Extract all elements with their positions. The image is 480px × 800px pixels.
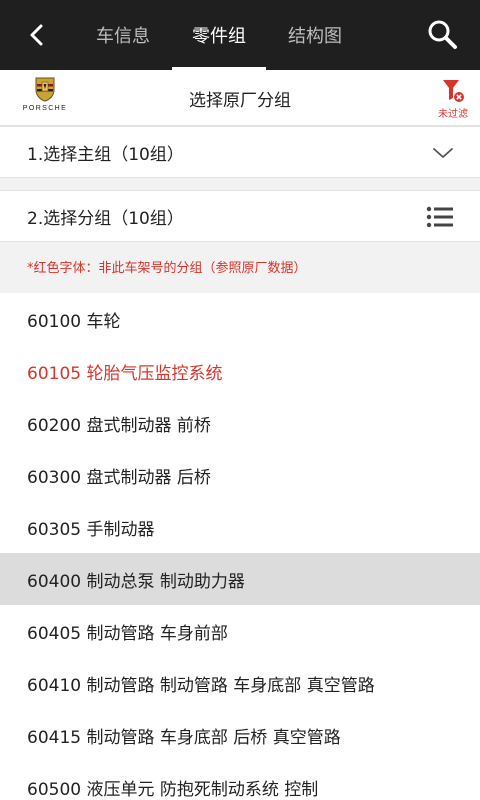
back-button[interactable]: [20, 18, 54, 52]
funnel-icon: [443, 80, 464, 102]
list-item[interactable]: 60500 液压单元 防抱死制动系统 控制: [0, 761, 480, 800]
list-item[interactable]: 60200 盘式制动器 前桥: [0, 397, 480, 449]
list-item[interactable]: 60305 手制动器: [0, 501, 480, 553]
list-item[interactable]: 60300 盘式制动器 后桥: [0, 449, 480, 501]
list-item[interactable]: 60410 制动管路 制动管路 车身底部 真空管路: [0, 657, 480, 709]
list-item[interactable]: 60400 制动总泵 制动助力器: [0, 553, 480, 605]
sub-group-label: 2.选择分组（10组）: [27, 208, 184, 229]
logo-text: PORSCHE: [22, 105, 68, 112]
chevron-down-icon: [432, 127, 454, 179]
search-icon: [428, 20, 457, 49]
search-button[interactable]: [422, 14, 462, 54]
list-item[interactable]: 60405 制动管路 车身前部: [0, 605, 480, 657]
list-item[interactable]: 60105 轮胎气压监控系统: [0, 345, 480, 397]
tab-car-info[interactable]: 车信息: [78, 0, 168, 70]
list-icon: [426, 191, 454, 243]
list-item[interactable]: 60100 车轮: [0, 293, 480, 345]
chevron-left-icon: [30, 24, 43, 46]
tab-parts-group[interactable]: 零件组: [172, 0, 266, 70]
list-item[interactable]: 60415 制动管路 车身底部 后桥 真空管路: [0, 709, 480, 761]
sub-group-list: 60100 车轮 60105 轮胎气压监控系统 60200 盘式制动器 前桥 6030…: [0, 293, 480, 800]
main-group-label: 1.选择主组（10组）: [27, 144, 184, 165]
sub-group-selector[interactable]: 2.选择分组（10组）: [0, 190, 480, 242]
tab-structure-diagram[interactable]: 结构图: [270, 0, 360, 70]
main-group-selector[interactable]: 1.选择主组（10组）: [0, 126, 480, 178]
filter-label: 未过滤: [438, 109, 468, 120]
red-font-note: *红色字体：非此车架号的分组（参照原厂数据）: [27, 261, 307, 276]
header: PORSCHE 选择原厂分组 未过滤: [0, 70, 480, 126]
porsche-crest-icon: [35, 77, 55, 102]
top-bar: 车信息 零件组 结构图: [0, 0, 480, 70]
filter-button[interactable]: 未过滤: [432, 78, 474, 122]
brand-logo: PORSCHE: [8, 76, 82, 122]
